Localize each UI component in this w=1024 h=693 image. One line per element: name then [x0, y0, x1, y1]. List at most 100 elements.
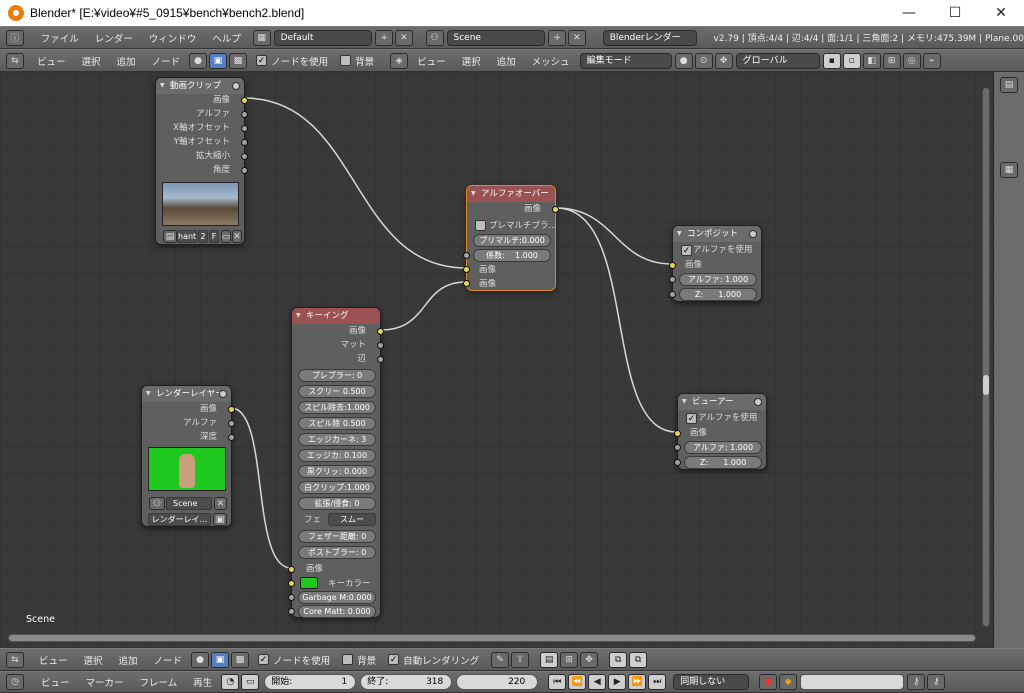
socket-alpha-in[interactable] — [669, 276, 676, 283]
node-composite[interactable]: コンポジット ✓ アルファを使用 画像 アルファ: 1.000 Z: 1.000 — [669, 225, 762, 302]
clip-name-field[interactable]: hant — [177, 230, 197, 243]
clip-users-field[interactable]: 2 — [198, 230, 208, 243]
play-icon[interactable]: ▶ — [608, 674, 627, 690]
socket-image-out[interactable] — [377, 328, 384, 335]
vertical-scrollbar[interactable] — [982, 87, 990, 627]
socket-fac-in[interactable] — [463, 252, 470, 259]
node-render-layers[interactable]: レンダーレイヤー 画像 アルファ 深度 ⚇ Scene ✕ レンダーレイ... … — [141, 385, 235, 527]
backdrop-checkbox[interactable] — [340, 55, 352, 66]
socket-matte-out[interactable] — [377, 342, 384, 349]
snap-target-icon[interactable]: ✥ — [580, 651, 599, 668]
jump-keyframe-back-icon[interactable]: ⏪ — [568, 674, 587, 690]
keying-set-select[interactable] — [800, 674, 905, 690]
remove-scene-icon[interactable]: ✕ — [567, 29, 586, 46]
menu-marker[interactable]: マーカー — [78, 675, 132, 689]
scene-browse-icon[interactable]: ⚇ — [149, 497, 165, 510]
parent-icon[interactable]: ⇧ — [511, 651, 530, 668]
node-preview-icon[interactable] — [749, 230, 757, 238]
compositing-nodes-icon[interactable]: ▣ — [211, 651, 230, 668]
node-movie-clip[interactable]: 動画クリップ 画像 アルファ X軸オフセット Y軸オフセット 拡大縮小 角度 ▤… — [155, 77, 248, 245]
properties-toggle-icon[interactable]: ▤ — [1000, 77, 1018, 93]
garbage-matte-field[interactable]: Garbage M:0.000 — [298, 591, 376, 604]
node-preview-icon[interactable] — [232, 82, 240, 90]
add-scene-icon[interactable]: + — [548, 29, 566, 46]
scene-icon[interactable]: ⚇ — [425, 29, 444, 46]
node-preview-icon[interactable] — [219, 390, 227, 398]
orientation-select[interactable]: グローバル — [735, 52, 820, 69]
premultiply-checkbox[interactable] — [475, 220, 486, 231]
menu-node[interactable]: ノード — [146, 653, 191, 667]
viewport-shading-icon[interactable]: ● — [674, 52, 693, 69]
current-frame-field[interactable]: 220 — [456, 674, 539, 690]
node-editor-canvas[interactable]: 動画クリップ 画像 アルファ X軸オフセット Y軸オフセット 拡大縮小 角度 ▤… — [0, 72, 993, 648]
socket-edges-out[interactable] — [377, 356, 384, 363]
menu-frame[interactable]: フレーム — [132, 675, 186, 689]
socket-keycolor-in[interactable] — [288, 580, 295, 587]
clip-open-icon[interactable]: ▭ — [221, 230, 231, 243]
backdrop-checkbox[interactable] — [342, 654, 354, 665]
menu-add[interactable]: 追加 — [111, 653, 146, 667]
compositing-nodes-icon[interactable]: ▣ — [209, 52, 228, 69]
socket-garbage-in[interactable] — [288, 594, 295, 601]
panel-icon[interactable]: ▦ — [1000, 162, 1018, 178]
menu-select[interactable]: 選択 — [74, 54, 109, 68]
scene-unlink-icon[interactable]: ✕ — [214, 497, 227, 510]
node-viewer[interactable]: ビューアー ✓ アルファを使用 画像 アルファ: 1.000 Z: 1.000 — [674, 393, 767, 470]
socket-image-in[interactable] — [669, 262, 676, 269]
menu-3d-view[interactable]: ビュー — [409, 54, 454, 68]
menu-render[interactable]: レンダー — [87, 31, 141, 45]
core-matte-field[interactable]: Core Matt: 0.000 — [298, 605, 376, 618]
layout-icon[interactable]: ▦ — [252, 29, 271, 46]
render-icon[interactable]: ▣ — [213, 513, 227, 526]
socket-image1-in[interactable] — [463, 266, 470, 273]
occlude-icon[interactable]: ⊞ — [882, 52, 901, 69]
jump-start-icon[interactable]: ⏮ — [548, 674, 567, 690]
render-layer-select[interactable]: レンダーレイ... — [148, 513, 211, 526]
close-button[interactable]: ✕ — [978, 0, 1024, 26]
auto-render-checkbox[interactable]: ✓ — [388, 654, 400, 665]
scene-select[interactable]: Scene — [446, 29, 546, 46]
insert-keyframe-icon[interactable]: ⚷ — [907, 674, 926, 690]
lock-icon[interactable]: ▭ — [241, 674, 260, 690]
edge-select-icon[interactable]: ▫ — [842, 52, 861, 69]
shader-nodes-icon[interactable]: ● — [191, 651, 210, 668]
keying-set-icon[interactable]: ◆ — [779, 674, 798, 690]
minimize-button[interactable]: — — [886, 0, 932, 26]
premul-field[interactable]: プリマルチ:0.000 — [473, 234, 551, 247]
sync-mode-select[interactable]: 同期しない — [673, 674, 750, 690]
paste-nodes-icon[interactable]: ⧉ — [629, 651, 648, 668]
despill-factor-field[interactable]: スピル除去:1.000 — [298, 401, 376, 414]
socket-image-out[interactable] — [552, 206, 559, 213]
scrollbar-thumb[interactable] — [983, 375, 989, 395]
use-nodes-checkbox[interactable]: ✓ — [256, 55, 268, 66]
pivot-icon[interactable]: ⊙ — [694, 52, 713, 69]
menu-playback[interactable]: 再生 — [185, 675, 220, 689]
jump-keyframe-forward-icon[interactable]: ⏩ — [628, 674, 647, 690]
socket-offy-out[interactable] — [241, 139, 248, 146]
socket-depth-out[interactable] — [228, 434, 235, 441]
mode-select[interactable]: 編集モード — [579, 52, 672, 69]
socket-image-in[interactable] — [288, 566, 295, 573]
socket-core-in[interactable] — [288, 608, 295, 615]
shader-nodes-icon[interactable]: ● — [189, 52, 208, 69]
menu-select[interactable]: 選択 — [76, 653, 111, 667]
socket-alpha-out[interactable] — [228, 420, 235, 427]
editor-type-node-icon[interactable]: ⇆ — [6, 651, 24, 668]
delete-keyframe-icon[interactable]: ⚷ — [927, 674, 946, 690]
node-alpha-over[interactable]: アルファオーバー 画像 プレマルチプラ... プリマルチ:0.000 係数: 1… — [463, 185, 559, 291]
menu-window[interactable]: ウィンドウ — [141, 31, 205, 45]
texture-nodes-icon[interactable]: ▩ — [229, 52, 248, 69]
play-reverse-icon[interactable]: ◀ — [588, 674, 607, 690]
menu-3d-mesh[interactable]: メッシュ — [524, 54, 578, 68]
manipulator-icon[interactable]: ✥ — [714, 52, 733, 69]
use-alpha-checkbox[interactable]: ✓ — [686, 413, 697, 424]
snap-icon[interactable]: ▤ — [540, 651, 559, 668]
remove-layout-icon[interactable]: ✕ — [395, 29, 413, 46]
menu-file[interactable]: ファイル — [33, 31, 87, 45]
pin-icon[interactable]: ✎ — [491, 651, 510, 668]
properties-strip[interactable]: ▤ ▦ — [993, 72, 1024, 648]
socket-z-in[interactable] — [674, 459, 681, 466]
editor-type-3d-icon[interactable]: ◈ — [390, 52, 409, 69]
editor-type-node-icon[interactable]: ⇆ — [6, 52, 24, 69]
clip-unlink-icon[interactable]: ✕ — [232, 230, 242, 243]
